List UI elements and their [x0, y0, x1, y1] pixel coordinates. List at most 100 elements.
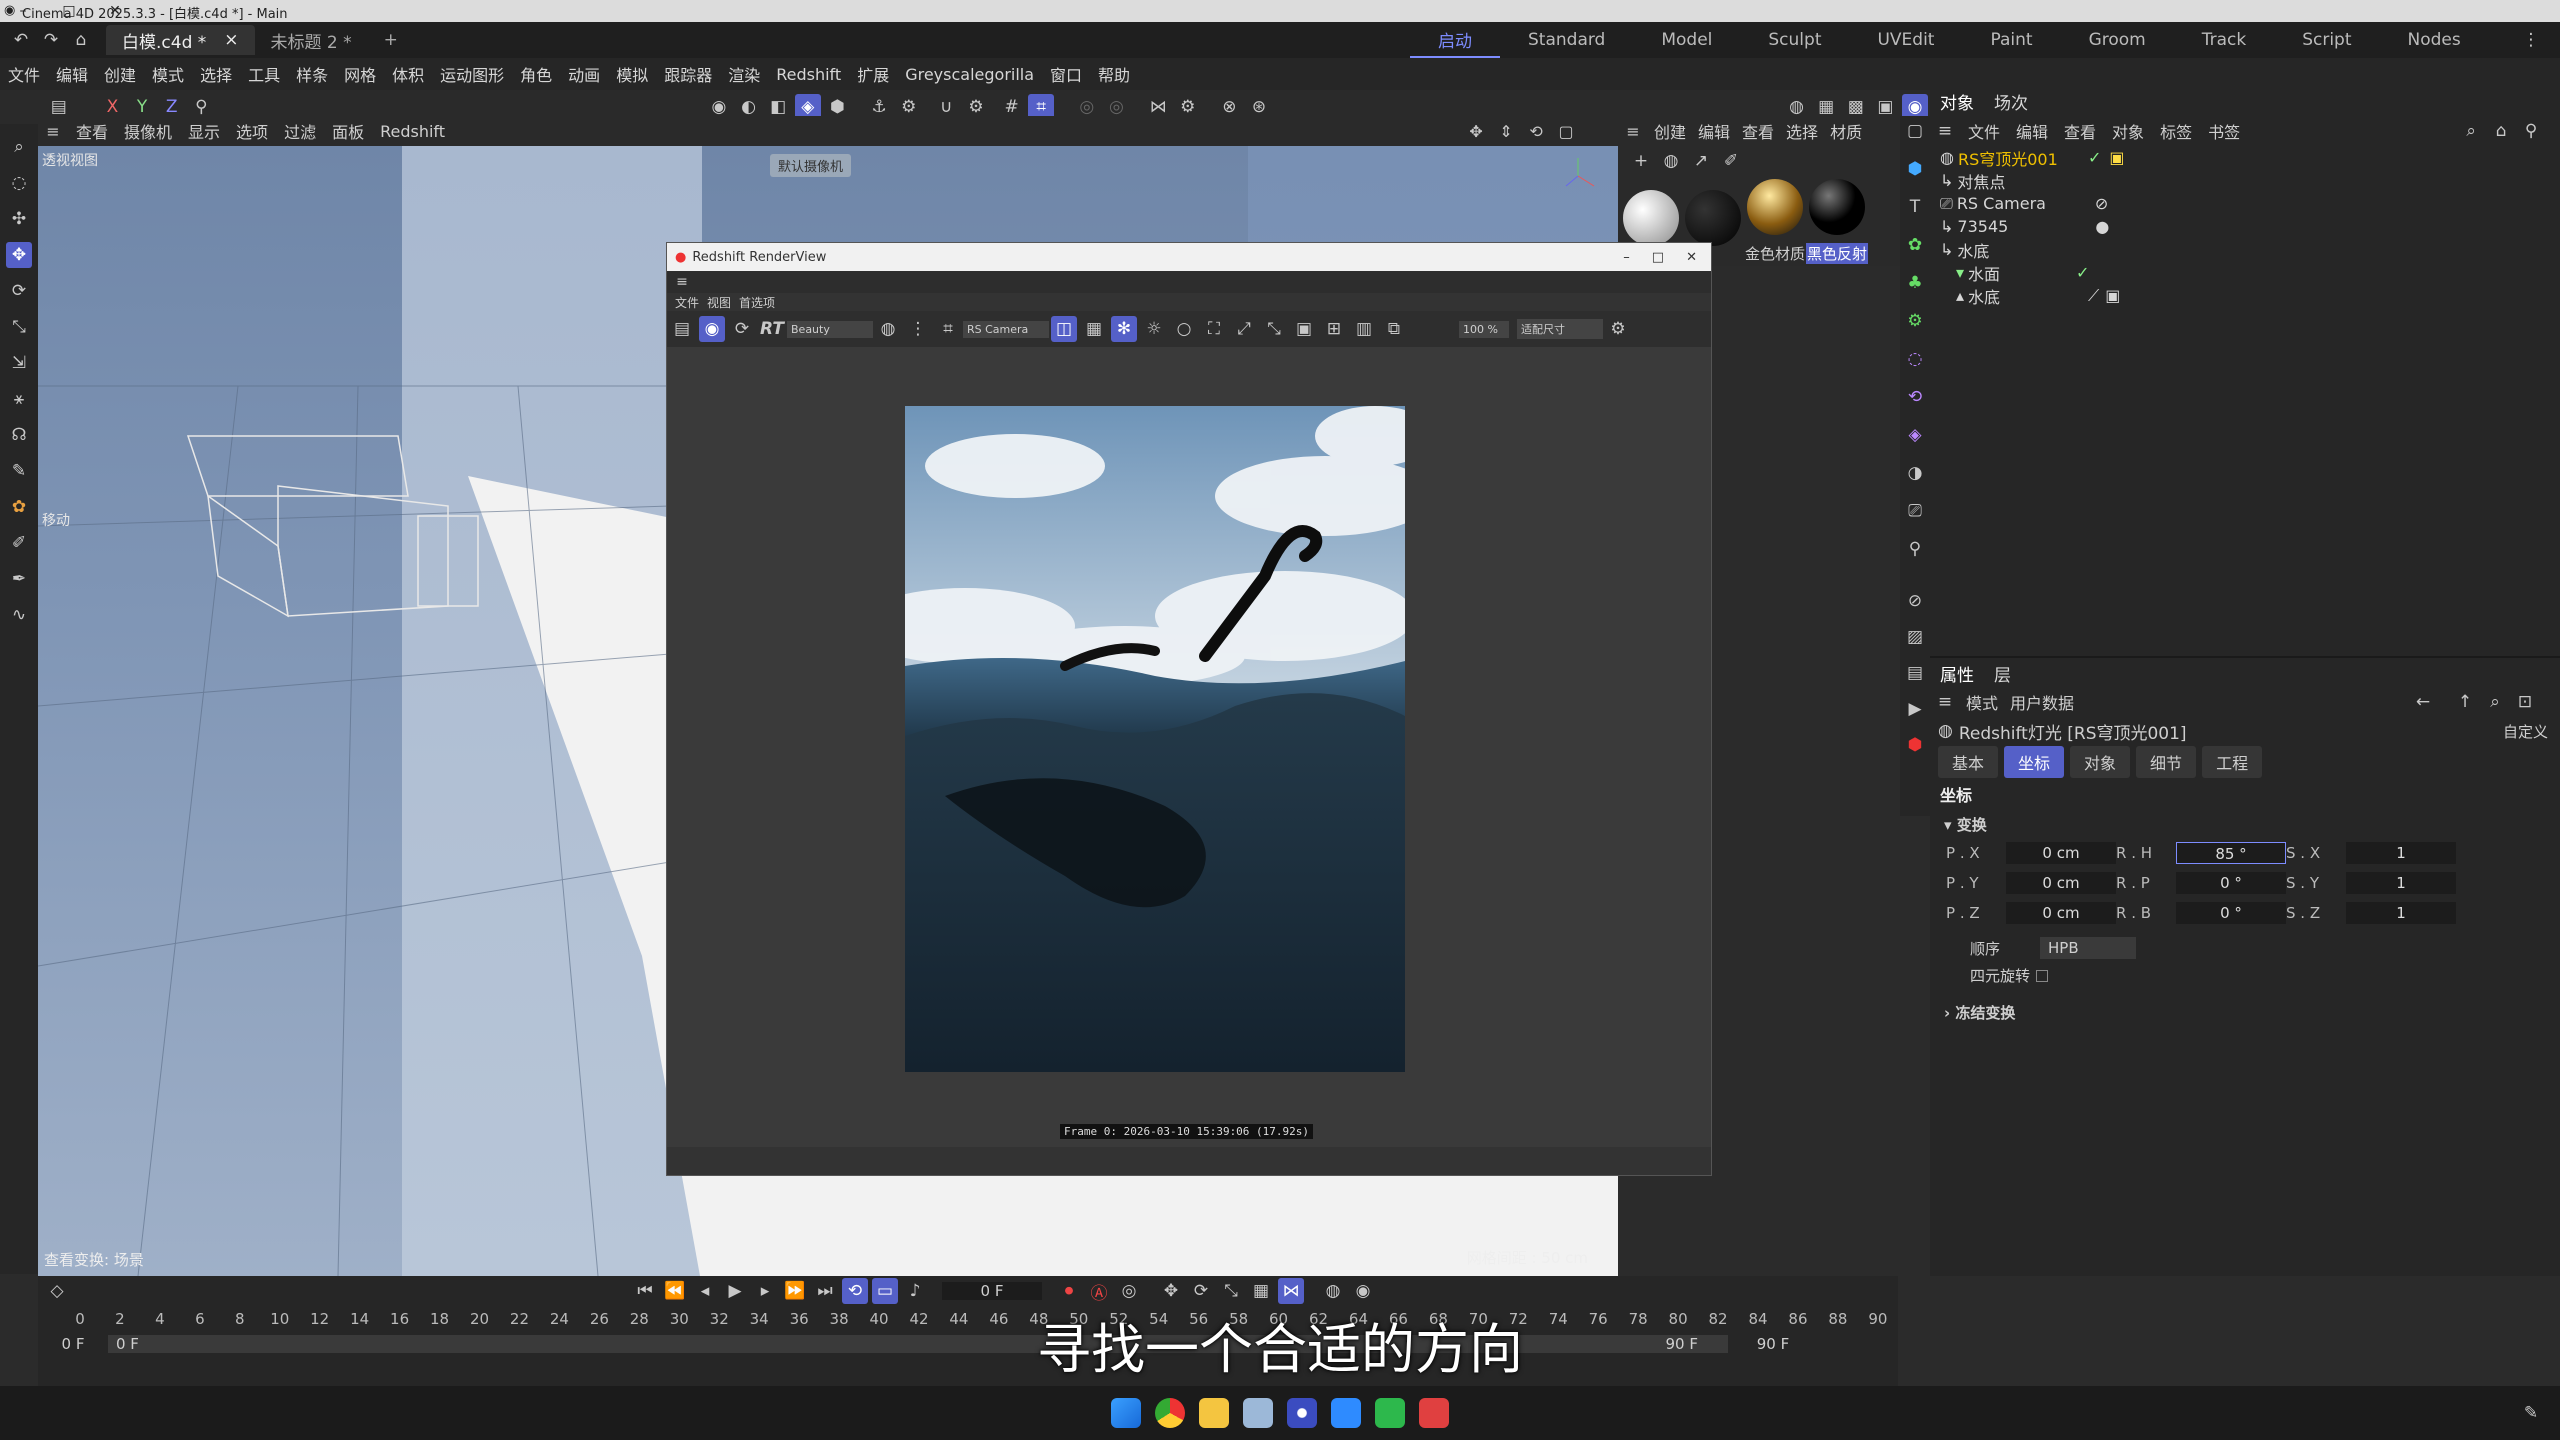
camera-dropdown[interactable]: RS Camera — [963, 320, 1049, 338]
attribute-lock-icon[interactable]: ⊡ — [2512, 689, 2538, 715]
object-filter-icon[interactable]: ⚲ — [2518, 118, 2544, 144]
viewport-menu-display[interactable]: 显示 — [180, 119, 228, 143]
motion-settings-icon[interactable]: ◉ — [1350, 1278, 1376, 1304]
save-icon[interactable]: ▥ — [1351, 316, 1377, 342]
subtab-project[interactable]: 工程 — [2202, 746, 2263, 778]
field-value[interactable]: 0 cm — [2006, 902, 2116, 924]
object-row[interactable]: ↳ 73545 ● — [1940, 215, 2560, 238]
viewport-nav-pan-icon[interactable]: ✥ — [1463, 118, 1489, 144]
undo-icon[interactable]: ↶ — [8, 27, 34, 53]
field-value[interactable]: 1 — [2346, 842, 2456, 864]
loop-icon[interactable]: ⟲ — [842, 1278, 868, 1304]
deformer-gear-icon[interactable]: ⚙ — [1902, 308, 1928, 334]
scale-tool-icon[interactable]: ⤡ — [6, 314, 32, 340]
lock-camera-icon[interactable]: ◫ — [1051, 316, 1077, 342]
app-icon[interactable] — [1331, 1398, 1361, 1428]
tab-takes[interactable]: 场次 — [1984, 89, 2038, 114]
layout-nodes[interactable]: Nodes — [2380, 22, 2489, 58]
renderview-menu-prefs[interactable]: 首选项 — [735, 294, 779, 311]
cube-object-icon[interactable]: ⬢ — [1902, 156, 1928, 182]
edit-render-settings-icon[interactable]: ⊘ — [1902, 588, 1928, 614]
aov-dropdown[interactable]: Beauty — [787, 320, 873, 338]
zoom-dropdown[interactable]: 100 % — [1459, 320, 1509, 338]
doc-tab-close-icon[interactable]: × — [224, 30, 238, 50]
preset-dropdown[interactable]: 自定义 — [2503, 721, 2548, 742]
refresh-icon[interactable]: ⟳ — [729, 316, 755, 342]
frozen-transform-header[interactable]: › 冻结变换 — [1930, 986, 2560, 1039]
layout-paint[interactable]: Paint — [1962, 22, 2060, 58]
renderview-menu-view[interactable]: 视图 — [703, 294, 735, 311]
key-param-icon[interactable]: ▦ — [1248, 1278, 1274, 1304]
menu-mograph[interactable]: 运动图形 — [432, 62, 512, 86]
attribute-search-icon[interactable]: ⌕ — [2482, 689, 2508, 715]
field-value[interactable]: 0 ° — [2176, 902, 2286, 924]
menu-edit[interactable]: 编辑 — [48, 62, 96, 86]
object-menu-file[interactable]: 文件 — [1960, 119, 2008, 143]
key-pla-icon[interactable]: ⋈ — [1278, 1278, 1304, 1304]
field-value[interactable]: 85 ° — [2176, 842, 2286, 864]
transform-icon[interactable]: ⇲ — [6, 350, 32, 376]
renderview-minimize-button[interactable]: – — [1623, 250, 1630, 265]
layout-startup[interactable]: 启动 — [1410, 22, 1500, 58]
current-frame-field[interactable]: 0 F — [942, 1282, 1042, 1300]
next-key-icon[interactable]: ⏩ — [782, 1278, 808, 1304]
subtab-coord[interactable]: 坐标 — [2004, 746, 2065, 778]
add-tab-button[interactable]: + — [368, 25, 414, 55]
phong-tag-icon[interactable]: ⟋ — [2088, 286, 2099, 306]
material-menu-view[interactable]: 查看 — [1736, 119, 1780, 143]
object-menu-edit[interactable]: 编辑 — [2008, 119, 2056, 143]
clapper-icon[interactable]: ▤ — [669, 316, 695, 342]
next-frame-icon[interactable]: ▸ — [752, 1278, 778, 1304]
camera-tag-icon[interactable]: ⊘ — [2095, 194, 2108, 213]
viewport-menu-options[interactable]: 选项 — [228, 119, 276, 143]
start-render-icon[interactable]: ◉ — [699, 316, 725, 342]
notepad-icon[interactable] — [1243, 1398, 1273, 1428]
subtab-basic[interactable]: 基本 — [1938, 746, 1999, 778]
object-menu-bookmarks[interactable]: 书签 — [2200, 119, 2248, 143]
crop-icon[interactable]: ⌗ — [935, 316, 961, 342]
live-selection-icon[interactable]: ◌ — [6, 170, 32, 196]
viewport-menu-redshift[interactable]: Redshift — [372, 122, 453, 141]
sound-icon[interactable]: ♪ — [902, 1278, 928, 1304]
null-object-icon[interactable]: ▢ — [1902, 118, 1928, 144]
attribute-menu-mode[interactable]: 模式 — [1960, 690, 2004, 714]
material-menu-icon[interactable]: ≡ — [1620, 118, 1646, 144]
text-object-icon[interactable]: T — [1902, 194, 1928, 220]
menu-file[interactable]: 文件 — [0, 62, 48, 86]
play-icon[interactable]: ▶ — [722, 1278, 748, 1304]
menu-window[interactable]: 窗口 — [1042, 62, 1090, 86]
snapshot-icon[interactable]: ▣ — [1291, 316, 1317, 342]
spline-tool-icon[interactable]: ∿ — [6, 602, 32, 628]
object-menu-tags[interactable]: 标签 — [2152, 119, 2200, 143]
snowflake-icon[interactable]: ✻ — [1111, 316, 1137, 342]
compare-icon[interactable]: ⤡ — [1261, 316, 1287, 342]
material-menu-edit[interactable]: 编辑 — [1692, 119, 1736, 143]
redo-icon[interactable]: ↷ — [38, 27, 64, 53]
tray-icon[interactable]: ✎ — [2518, 1400, 2544, 1426]
object-search-icon[interactable]: ⌕ — [2458, 118, 2484, 144]
layout-model[interactable]: Model — [1633, 22, 1740, 58]
rotate-tool-icon[interactable]: ⟳ — [6, 278, 32, 304]
material-menu-select[interactable]: 选择 — [1780, 119, 1824, 143]
copy-icon[interactable]: ⧉ — [1381, 316, 1407, 342]
layout-sculpt[interactable]: Sculpt — [1740, 22, 1849, 58]
render-queue-icon[interactable]: ▤ — [1902, 660, 1928, 686]
menu-spline[interactable]: 样条 — [288, 62, 336, 86]
field-icon[interactable]: ◌ — [1902, 346, 1928, 372]
menu-render[interactable]: 渲染 — [720, 62, 768, 86]
object-menu-object[interactable]: 对象 — [2104, 119, 2152, 143]
object-row[interactable]: ◍ RS穹顶光001 ✓ ▣ — [1940, 146, 2560, 169]
layout-groom[interactable]: Groom — [2061, 22, 2174, 58]
keyframe-selection-icon[interactable]: ◎ — [1116, 1278, 1142, 1304]
add-snapshot-icon[interactable]: ⊞ — [1321, 316, 1347, 342]
field-value[interactable]: 0 cm — [2006, 842, 2116, 864]
keyframe-icon[interactable]: ◇ — [44, 1278, 70, 1304]
menu-mode[interactable]: 模式 — [144, 62, 192, 86]
material-tag-icon[interactable]: ● — [2095, 217, 2109, 236]
viewport-menu-icon[interactable]: ≡ — [40, 118, 66, 144]
viewport-menu-panel[interactable]: 面板 — [324, 119, 372, 143]
tab-attributes[interactable]: 属性 — [1930, 661, 1984, 686]
preview-range-icon[interactable]: ▭ — [872, 1278, 898, 1304]
field-value[interactable]: 1 — [2346, 902, 2456, 924]
chrome-icon[interactable] — [1155, 1398, 1185, 1428]
